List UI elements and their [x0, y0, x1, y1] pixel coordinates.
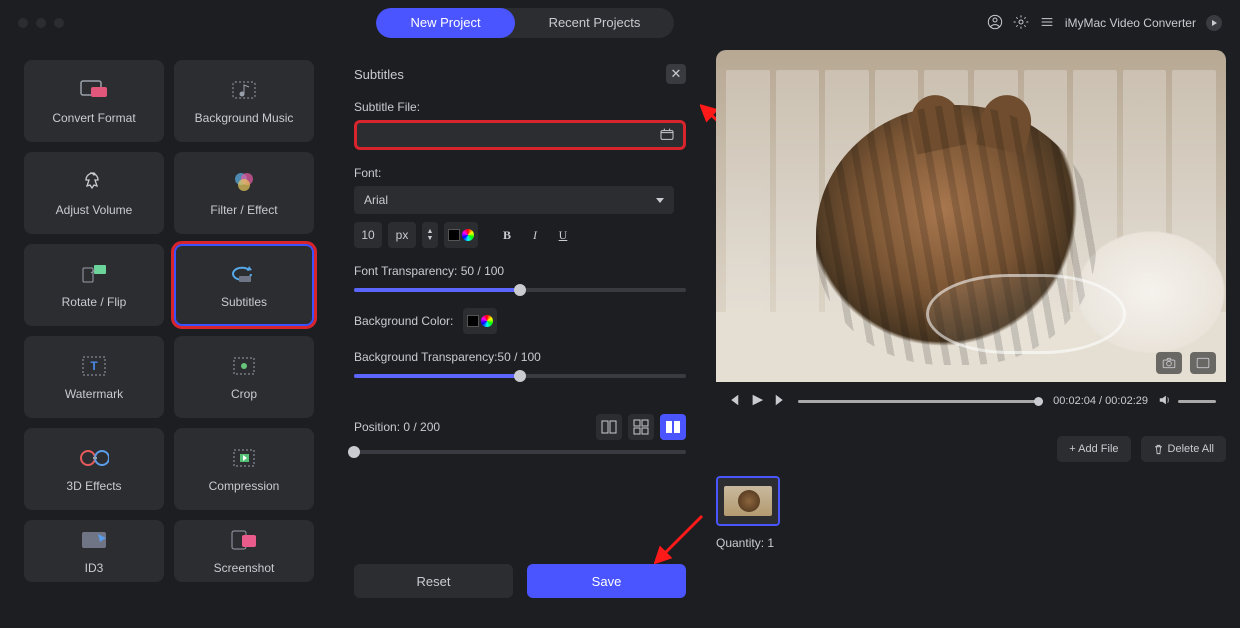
rotate-icon: [79, 261, 109, 287]
tool-subtitles[interactable]: Subtitles: [174, 244, 314, 326]
run-icon[interactable]: [1206, 15, 1222, 31]
position-side-by-side[interactable]: [596, 414, 622, 440]
app-title: iMyMac Video Converter: [1065, 16, 1196, 30]
close-panel-button[interactable]: ✕: [666, 64, 686, 84]
3d-icon: [79, 445, 109, 471]
watermark-icon: T: [79, 353, 109, 379]
bgcolor-label: Background Color:: [354, 314, 453, 328]
font-select[interactable]: Arial: [354, 186, 674, 214]
volume-icon[interactable]: [1158, 393, 1172, 410]
font-color-picker[interactable]: [444, 222, 478, 248]
account-icon[interactable]: [987, 14, 1003, 33]
playback-time: 00:02:04 / 00:02:29: [1053, 395, 1148, 407]
svg-text:T: T: [90, 359, 98, 373]
tool-background-music[interactable]: Background Music: [174, 60, 314, 142]
tool-3d-effects[interactable]: 3D Effects: [24, 428, 164, 510]
tool-compression[interactable]: Compression: [174, 428, 314, 510]
tool-label: Screenshot: [214, 561, 275, 575]
font-size-stepper[interactable]: ▲▼: [422, 222, 438, 248]
bgcolor-picker[interactable]: [463, 308, 497, 334]
bg-transparency-label: Background Transparency:50 / 100: [354, 350, 686, 364]
bold-button[interactable]: B: [496, 222, 518, 248]
next-button[interactable]: [774, 393, 788, 410]
chevron-down-icon: [656, 198, 664, 203]
tool-label: ID3: [85, 561, 104, 575]
subtitles-icon: [229, 261, 259, 287]
position-slider[interactable]: [354, 450, 686, 454]
tool-label: Compression: [209, 479, 280, 493]
tool-label: Crop: [231, 387, 257, 401]
tool-sidebar: Convert Format Background Music Adjust V…: [14, 50, 324, 614]
play-button[interactable]: [750, 393, 764, 410]
add-file-button[interactable]: + Add File: [1057, 436, 1130, 462]
tool-label: Background Music: [195, 111, 294, 125]
delete-all-button[interactable]: Delete All: [1141, 436, 1226, 462]
tool-label: Watermark: [65, 387, 123, 401]
font-unit: px: [388, 222, 416, 248]
tool-filter-effect[interactable]: Filter / Effect: [174, 152, 314, 234]
tab-recent-projects[interactable]: Recent Projects: [515, 8, 675, 38]
project-tab-switch: New Project Recent Projects: [376, 8, 674, 38]
music-icon: [229, 77, 259, 103]
tool-crop[interactable]: Crop: [174, 336, 314, 418]
font-size-input[interactable]: 10: [354, 222, 382, 248]
tool-label: Subtitles: [221, 295, 267, 309]
volume-slider[interactable]: [1178, 400, 1216, 403]
convert-icon: [79, 77, 109, 103]
annotation-arrow-icon: [654, 512, 706, 564]
settings-icon[interactable]: [1013, 14, 1029, 33]
id3-icon: [79, 527, 109, 553]
window-traffic-lights[interactable]: [18, 18, 64, 28]
tab-new-project[interactable]: New Project: [376, 8, 514, 38]
browse-file-icon[interactable]: [659, 126, 675, 145]
font-label: Font:: [354, 166, 686, 180]
tool-rotate-flip[interactable]: Rotate / Flip: [24, 244, 164, 326]
preview-pane: 00:02:04 / 00:02:29 + Add File Delete Al…: [716, 50, 1226, 614]
position-columns[interactable]: [660, 414, 686, 440]
volume-icon: [79, 169, 109, 195]
trash-icon: [1153, 444, 1164, 455]
fullscreen-icon[interactable]: [1190, 352, 1216, 374]
tool-screenshot[interactable]: Screenshot: [174, 520, 314, 582]
menu-icon[interactable]: [1039, 14, 1055, 33]
video-thumbnail[interactable]: [716, 476, 780, 526]
italic-button[interactable]: I: [524, 222, 546, 248]
screenshot-icon: [229, 527, 259, 553]
snapshot-icon[interactable]: [1156, 352, 1182, 374]
filter-icon: [229, 169, 259, 195]
prev-button[interactable]: [726, 393, 740, 410]
subtitles-panel: Subtitles ✕ Subtitle File: Font: Arial: [338, 50, 702, 614]
position-quad[interactable]: [628, 414, 654, 440]
subtitle-file-input[interactable]: [354, 120, 686, 150]
quantity-label: Quantity: 1: [716, 536, 1226, 550]
tool-label: Filter / Effect: [210, 203, 277, 217]
seek-slider[interactable]: [798, 400, 1043, 403]
panel-title: Subtitles: [354, 67, 404, 82]
bg-transparency-slider[interactable]: [354, 374, 686, 378]
subtitle-file-label: Subtitle File:: [354, 100, 686, 114]
reset-button[interactable]: Reset: [354, 564, 513, 598]
position-label: Position: 0 / 200: [354, 420, 440, 434]
compress-icon: [229, 445, 259, 471]
tool-id3[interactable]: ID3: [24, 520, 164, 582]
tool-convert-format[interactable]: Convert Format: [24, 60, 164, 142]
crop-icon: [229, 353, 259, 379]
tool-label: 3D Effects: [66, 479, 121, 493]
font-value: Arial: [364, 193, 388, 207]
save-button[interactable]: Save: [527, 564, 686, 598]
tool-label: Adjust Volume: [56, 203, 133, 217]
video-preview[interactable]: [716, 50, 1226, 382]
tool-label: Convert Format: [52, 111, 135, 125]
tool-label: Rotate / Flip: [62, 295, 127, 309]
tool-watermark[interactable]: T Watermark: [24, 336, 164, 418]
tool-adjust-volume[interactable]: Adjust Volume: [24, 152, 164, 234]
font-transparency-label: Font Transparency: 50 / 100: [354, 264, 686, 278]
underline-button[interactable]: U: [552, 222, 574, 248]
font-transparency-slider[interactable]: [354, 288, 686, 292]
